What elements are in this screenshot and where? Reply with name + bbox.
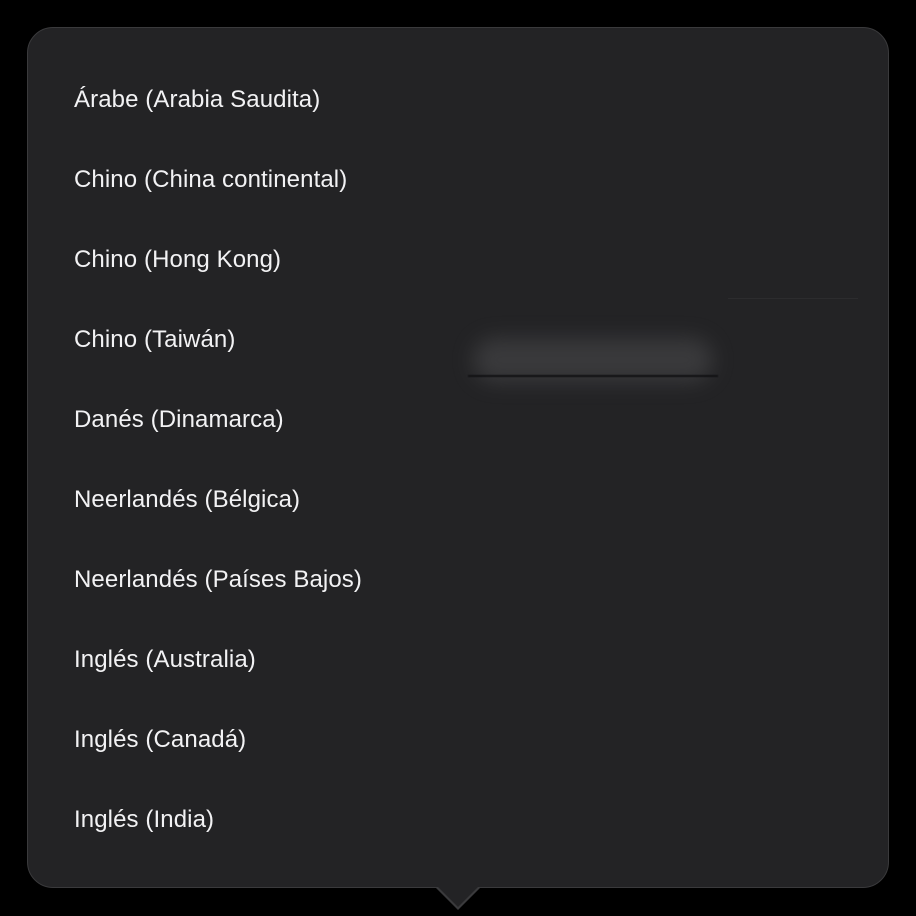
list-item-arabe-arabia-saudita[interactable]: Árabe (Arabia Saudita) [28, 60, 888, 140]
list-item-label: Danés (Dinamarca) [74, 406, 284, 433]
list-item-neerlandes-belgica[interactable]: Neerlandés (Bélgica) [28, 460, 888, 540]
list-item-ingles-canada[interactable]: Inglés (Canadá) [28, 700, 888, 780]
list-item-chino-hong-kong[interactable]: Chino (Hong Kong) [28, 220, 888, 300]
popover-arrow [436, 885, 480, 907]
list-item-chino-taiwan[interactable]: Chino (Taiwán) [28, 300, 888, 380]
list-item-neerlandes-paises-bajos[interactable]: Neerlandés (Países Bajos) [28, 540, 888, 620]
list-item-label: Inglés (Australia) [74, 646, 256, 673]
list-item-danes-dinamarca[interactable]: Danés (Dinamarca) [28, 380, 888, 460]
list-item-label: Neerlandés (Bélgica) [74, 486, 301, 513]
list-item-label: Inglés (India) [74, 806, 215, 833]
list-item-label: Chino (Hong Kong) [74, 246, 282, 273]
list-item-ingles-india[interactable]: Inglés (India) [28, 780, 888, 860]
list-item-label: Neerlandés (Países Bajos) [74, 566, 362, 593]
list-item-label: Inglés (Canadá) [74, 726, 247, 753]
list-item-ingles-australia[interactable]: Inglés (Australia) [28, 620, 888, 700]
language-popover-menu: Árabe (Arabia Saudita) Chino (China cont… [27, 27, 889, 888]
list-item-label: Chino (Taiwán) [74, 326, 236, 353]
language-list: Árabe (Arabia Saudita) Chino (China cont… [28, 60, 888, 860]
list-item-chino-china-continental[interactable]: Chino (China continental) [28, 140, 888, 220]
list-item-label: Árabe (Arabia Saudita) [74, 86, 321, 113]
list-item-label: Chino (China continental) [74, 166, 348, 193]
